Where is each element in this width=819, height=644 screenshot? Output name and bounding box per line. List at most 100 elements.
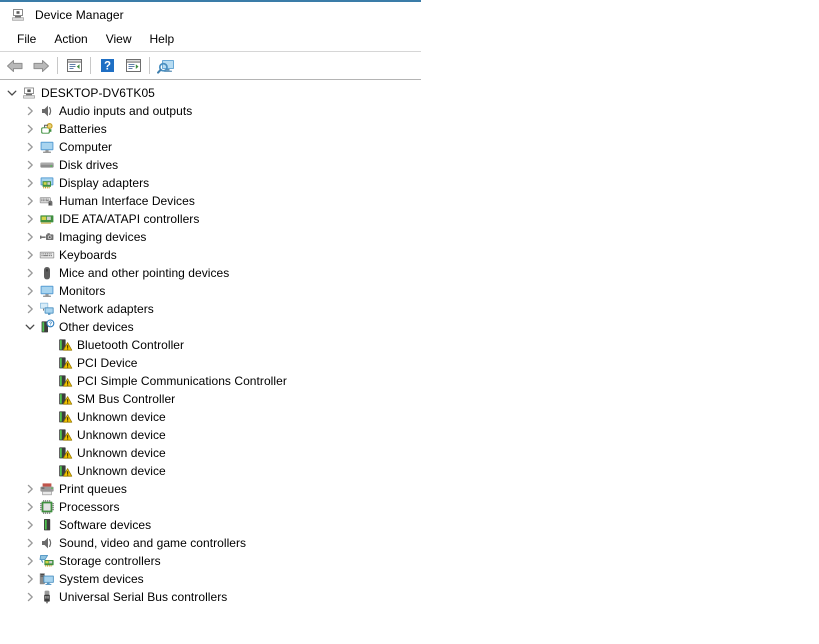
chevron-right-icon[interactable] [22, 192, 38, 210]
chevron-right-icon[interactable] [22, 102, 38, 120]
tree-node-label: Storage controllers [59, 554, 161, 568]
battery-icon [38, 120, 55, 138]
monitor-icon [38, 138, 55, 156]
tree-row[interactable]: IDE ATA/ATAPI controllers [0, 210, 421, 228]
chevron-right-icon[interactable] [22, 228, 38, 246]
menu-action[interactable]: Action [45, 30, 96, 49]
help-question-icon: ? [100, 59, 114, 73]
chevron-right-icon[interactable] [22, 174, 38, 192]
tree-node-label: SM Bus Controller [77, 392, 176, 406]
tree-row[interactable]: PCI Simple Communications Controller [0, 372, 421, 390]
menu-help[interactable]: Help [141, 30, 184, 49]
device-manager-icon [10, 7, 26, 23]
tree-row[interactable]: System devices [0, 570, 421, 588]
chevron-right-icon[interactable] [22, 282, 38, 300]
back-arrow-icon [7, 59, 23, 72]
chevron-right-icon[interactable] [22, 120, 38, 138]
chevron-right-icon[interactable] [22, 300, 38, 318]
tree-row[interactable]: Audio inputs and outputs [0, 102, 421, 120]
tree-row[interactable]: PCI Device [0, 354, 421, 372]
tree-node-label: System devices [59, 572, 144, 586]
tree-node-label: Processors [59, 500, 120, 514]
help-button[interactable]: ? [94, 54, 120, 77]
chevron-down-icon[interactable] [22, 318, 38, 336]
forward-button[interactable] [28, 54, 54, 77]
chevron-right-icon[interactable] [22, 516, 38, 534]
chevron-right-icon[interactable] [22, 138, 38, 156]
system-device-icon [38, 570, 55, 588]
tree-row[interactable]: Computer [0, 138, 421, 156]
tree-row[interactable]: DESKTOP-DV6TK05 [0, 84, 421, 102]
tree-node-label: DESKTOP-DV6TK05 [41, 86, 155, 100]
tree-row[interactable]: Disk drives [0, 156, 421, 174]
tree-node-label: PCI Device [77, 356, 138, 370]
back-button[interactable] [2, 54, 28, 77]
tree-row[interactable]: Bluetooth Controller [0, 336, 421, 354]
processor-icon [38, 498, 55, 516]
tree-row[interactable]: Unknown device [0, 408, 421, 426]
tree-node-label: Other devices [59, 320, 134, 334]
chevron-right-icon[interactable] [22, 498, 38, 516]
tree-node-label: Imaging devices [59, 230, 147, 244]
ide-controller-icon [38, 210, 55, 228]
tree-row[interactable]: Batteries [0, 120, 421, 138]
scan-hardware-monitor-icon [156, 59, 174, 74]
tree-row[interactable]: Imaging devices [0, 228, 421, 246]
tree-row[interactable]: ? Other devices [0, 318, 421, 336]
chevron-right-icon[interactable] [22, 210, 38, 228]
tree-row[interactable]: Display adapters [0, 174, 421, 192]
tree-row[interactable]: Storage controllers [0, 552, 421, 570]
tree-row[interactable]: Mice and other pointing devices [0, 264, 421, 282]
menu-bar: File Action View Help [0, 28, 421, 52]
chevron-right-icon[interactable] [22, 588, 38, 606]
tree-row[interactable]: Network adapters [0, 300, 421, 318]
update-driver-button[interactable] [120, 54, 146, 77]
menu-file[interactable]: File [8, 30, 45, 49]
menu-view[interactable]: View [97, 30, 141, 49]
chevron-right-icon[interactable] [22, 570, 38, 588]
tree-row[interactable]: Processors [0, 498, 421, 516]
tree-row[interactable]: Unknown device [0, 444, 421, 462]
tree-node-label: Sound, video and game controllers [59, 536, 247, 550]
display-adapter-icon [38, 174, 55, 192]
device-tree[interactable]: DESKTOP-DV6TK05 Audio inputs and outputs [0, 80, 421, 644]
tree-row[interactable]: Universal Serial Bus controllers [0, 588, 421, 606]
unknown-device-question-icon: ? [38, 318, 55, 336]
tree-row[interactable]: Keyboards [0, 246, 421, 264]
tree-node-label: Display adapters [59, 176, 150, 190]
unknown-device-warning-icon [56, 390, 73, 408]
toolbar-separator [90, 57, 91, 74]
tree-row[interactable]: Monitors [0, 282, 421, 300]
tree-node-label: Network adapters [59, 302, 154, 316]
chevron-right-icon[interactable] [22, 264, 38, 282]
svg-text:?: ? [103, 61, 110, 73]
tree-node-label: Disk drives [59, 158, 119, 172]
tree-node-label: Computer [59, 140, 113, 154]
chevron-right-icon[interactable] [22, 480, 38, 498]
computer-root-icon [20, 84, 37, 102]
properties-button[interactable] [61, 54, 87, 77]
chevron-right-icon[interactable] [22, 246, 38, 264]
toolbar: ? [0, 52, 421, 80]
chevron-right-icon[interactable] [22, 534, 38, 552]
scan-hardware-button[interactable] [153, 54, 179, 77]
tree-row[interactable]: Unknown device [0, 462, 421, 480]
tree-row[interactable]: Human Interface Devices [0, 192, 421, 210]
tree-node-label: Audio inputs and outputs [59, 104, 193, 118]
chevron-right-icon[interactable] [22, 156, 38, 174]
software-device-icon [38, 516, 55, 534]
tree-row[interactable]: Sound, video and game controllers [0, 534, 421, 552]
forward-arrow-icon [33, 59, 49, 72]
monitor-icon [38, 282, 55, 300]
unknown-device-warning-icon [56, 462, 73, 480]
chevron-right-icon[interactable] [22, 552, 38, 570]
tree-row[interactable]: SM Bus Controller [0, 390, 421, 408]
tree-row[interactable]: Print queues [0, 480, 421, 498]
speaker-icon [38, 534, 55, 552]
mouse-icon [38, 264, 55, 282]
tree-row[interactable]: Software devices [0, 516, 421, 534]
storage-controller-icon [38, 552, 55, 570]
tree-row[interactable]: Unknown device [0, 426, 421, 444]
unknown-device-warning-icon [56, 372, 73, 390]
chevron-down-icon[interactable] [4, 84, 20, 102]
